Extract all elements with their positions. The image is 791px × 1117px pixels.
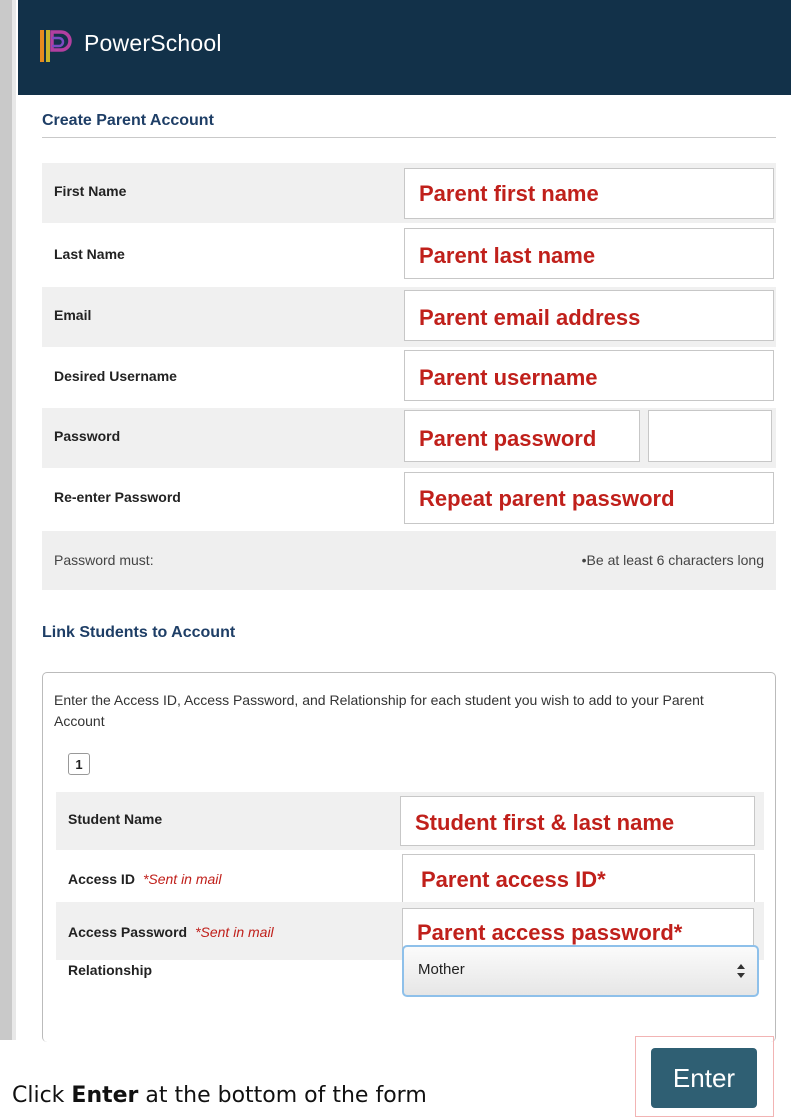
password-rules-row: Password must: •Be at least 6 characters…	[42, 531, 776, 590]
access-id-note: *Sent in mail	[142, 871, 222, 887]
student-name-row: Student Name Student first & last name	[56, 792, 764, 850]
email-row: Email Parent email address	[42, 287, 776, 347]
access-password-value: Parent access password*	[417, 920, 683, 945]
password-strength-box	[648, 410, 772, 462]
access-password-label: Access Password	[68, 924, 188, 940]
last-name-value: Parent last name	[419, 243, 596, 268]
username-input[interactable]: Parent username	[404, 350, 774, 401]
last-name-row: Last Name Parent last name	[42, 226, 776, 286]
email-label: Email	[54, 307, 92, 323]
password-input[interactable]: Parent password	[404, 410, 640, 462]
reenter-password-value: Repeat parent password	[419, 486, 675, 511]
access-password-label-group: Access Password *Sent in mail	[68, 924, 274, 940]
first-name-input[interactable]: Parent first name	[404, 168, 774, 219]
app-header: PowerSchool	[18, 0, 791, 95]
student-name-value: Student first & last name	[415, 810, 675, 835]
relationship-value: Mother	[418, 961, 465, 978]
create-account-title: Create Parent Account	[42, 112, 214, 129]
password-rules-label: Password must:	[54, 552, 154, 568]
password-rule-text: •Be at least 6 characters long	[581, 552, 764, 568]
username-row: Desired Username Parent username	[42, 348, 776, 408]
caption-suffix: at the bottom of the form	[138, 1083, 427, 1108]
password-label: Password	[54, 428, 121, 444]
student-name-label: Student Name	[68, 811, 163, 827]
last-name-label: Last Name	[54, 246, 125, 262]
reenter-password-input[interactable]: Repeat parent password	[404, 472, 774, 524]
student-name-input[interactable]: Student first & last name	[400, 796, 755, 846]
reenter-password-row: Re-enter Password Repeat parent password	[42, 469, 776, 529]
caption-prefix: Click	[12, 1083, 72, 1108]
link-students-title: Link Students to Account	[42, 624, 236, 641]
caption-bold: Enter	[71, 1083, 139, 1108]
section-divider	[42, 137, 776, 138]
last-name-input[interactable]: Parent last name	[404, 228, 774, 279]
instruction-caption: Click Enter at the bottom of the form	[12, 1083, 427, 1108]
access-password-note: *Sent in mail	[195, 924, 274, 940]
access-id-label: Access ID	[68, 871, 135, 887]
username-value: Parent username	[419, 365, 598, 390]
relationship-select[interactable]: Mother	[402, 945, 759, 997]
first-name-label: First Name	[54, 183, 127, 199]
access-id-input[interactable]: Parent access ID*	[402, 854, 755, 904]
username-label: Desired Username	[54, 368, 177, 384]
access-id-label-group: Access ID *Sent in mail	[68, 871, 222, 887]
relationship-label: Relationship	[68, 962, 153, 978]
select-arrows-icon	[737, 964, 745, 978]
window-edge	[0, 0, 16, 1040]
link-students-instructions: Enter the Access ID, Access Password, an…	[54, 692, 704, 729]
first-name-row: First Name Parent first name	[42, 163, 776, 223]
first-name-value: Parent first name	[419, 181, 599, 206]
password-row: Password Parent password	[42, 408, 776, 468]
relationship-row: Relationship	[56, 945, 386, 997]
access-id-value: Parent access ID*	[421, 867, 606, 892]
email-value: Parent email address	[419, 305, 641, 330]
student-tab-1[interactable]: 1	[68, 753, 90, 775]
enter-button[interactable]: Enter	[651, 1048, 757, 1108]
powerschool-logo-icon	[40, 30, 72, 62]
reenter-password-label: Re-enter Password	[54, 489, 181, 505]
email-input[interactable]: Parent email address	[404, 290, 774, 341]
brand-name: PowerSchool	[84, 30, 222, 56]
password-value: Parent password	[419, 426, 597, 451]
